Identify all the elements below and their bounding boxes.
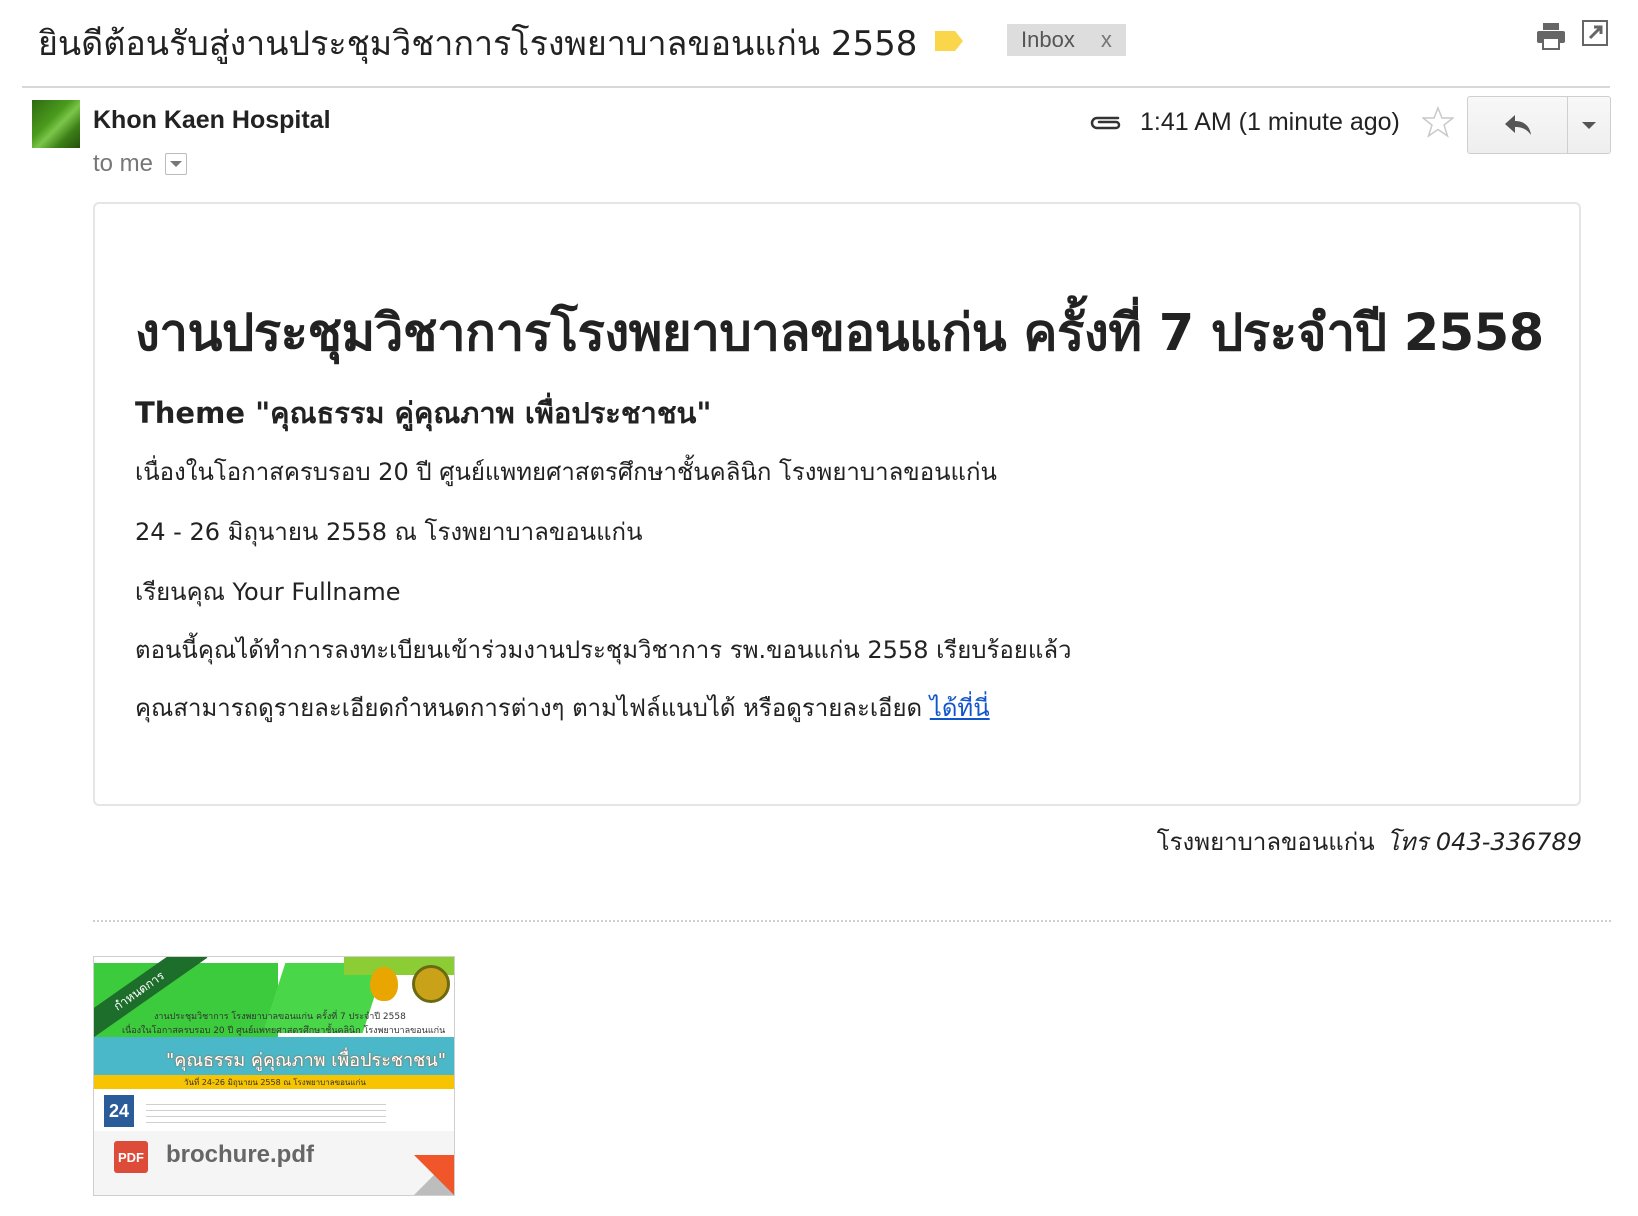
attachment-divider [93, 920, 1611, 922]
star-icon[interactable] [1422, 106, 1454, 138]
message-line-date: 24 - 26 มิถุนายน 2558 ณ โรงพยาบาลขอนแก่น [135, 518, 643, 546]
message-time: 1:41 AM (1 minute ago) [1140, 108, 1400, 136]
print-icon[interactable] [1536, 22, 1566, 50]
thumb-logo-drop [370, 967, 398, 1001]
thumb-subtitle-text: เนื่องในโอกาสครบรอบ 20 ปี ศูนย์แพทยศาสตร… [122, 1026, 446, 1036]
sender-name[interactable]: Khon Kaen Hospital [93, 106, 331, 135]
open-in-new-window-icon[interactable] [1582, 20, 1608, 46]
reply-icon [1504, 115, 1531, 135]
details-link[interactable]: ได้ที่นี่ [930, 694, 990, 722]
details-dropdown-button[interactable] [165, 153, 188, 175]
thumb-title-text: งานประชุมวิชาการ โรงพยาบาลขอนแก่น ครั้งท… [154, 1012, 406, 1022]
message-line-occasion: เนื่องในโอกาสครบรอบ 20 ปี ศูนย์แพทยศาสตร… [135, 458, 997, 486]
details-text: คุณสามารถดูรายละเอียดกำหนดการต่างๆ ตามไฟ… [135, 694, 923, 722]
thumb-calendar-day: 24 [104, 1095, 134, 1127]
reply-button[interactable] [1468, 97, 1568, 153]
page-fold-corner [414, 1155, 454, 1195]
attachment-thumbnail[interactable]: กำหนดการ งานประชุมวิชาการ โรงพยาบาลขอนแก… [94, 957, 454, 1131]
remove-label-button[interactable]: x [1101, 24, 1112, 56]
attachment-file-name[interactable]: brochure.pdf [166, 1141, 314, 1169]
thumb-logo-seal [412, 965, 450, 1003]
chevron-down-icon [1582, 121, 1596, 129]
thumb-theme-text: "คุณธรรม คู่คุณภาพ เพื่อประชาชน" [166, 1050, 446, 1071]
message-line-confirmation: ตอนนี้คุณได้ทำการลงทะเบียนเข้าร่วมงานประ… [135, 636, 1072, 664]
pdf-icon: PDF [114, 1141, 148, 1173]
inbox-label-text: Inbox [1021, 27, 1075, 52]
chevron-down-icon [170, 161, 183, 167]
paperclip-icon [1090, 116, 1121, 130]
subject-bar: ยินดีต้อนรับสู่งานประชุมวิชาการโรงพยาบาล… [22, 0, 1610, 88]
more-actions-button[interactable] [1568, 97, 1610, 153]
message-theme: Theme "คุณธรรม คู่คุณภาพ เพื่อประชาชน" [135, 396, 712, 430]
sender-avatar[interactable] [32, 100, 80, 148]
message-title: งานประชุมวิชาการโรงพยาบาลขอนแก่น ครั้งที… [135, 304, 1544, 363]
message-line-details: คุณสามารถดูรายละเอียดกำหนดการต่างๆ ตามไฟ… [135, 688, 990, 727]
attachment-card[interactable]: กำหนดการ งานประชุมวิชาการ โรงพยาบาลขอนแก… [93, 956, 455, 1196]
thumb-date-text: วันที่ 24-26 มิถุนายน 2558 ณ โรงพยาบาลขอ… [184, 1078, 366, 1087]
inbox-label-chip[interactable]: Inbox x [1007, 24, 1126, 56]
email-subject: ยินดีต้อนรับสู่งานประชุมวิชาการโรงพยาบาล… [38, 24, 918, 64]
recipient-line: to me [93, 150, 188, 178]
message-body-card: งานประชุมวิชาการโรงพยาบาลขอนแก่น ครั้งที… [93, 202, 1581, 806]
reply-button-group [1467, 96, 1611, 154]
signature-phone: โทร 043-336789 [1386, 828, 1582, 856]
thumb-schedule-lines [146, 1099, 386, 1127]
label-tag-icon[interactable] [934, 30, 964, 52]
recipient-text: to me [93, 150, 154, 177]
signature-org: โรงพยาบาลขอนแก่น [1156, 828, 1375, 856]
signature: โรงพยาบาลขอนแก่น โทร 043-336789 [1157, 822, 1582, 861]
message-line-greeting: เรียนคุณ Your Fullname [135, 578, 401, 606]
